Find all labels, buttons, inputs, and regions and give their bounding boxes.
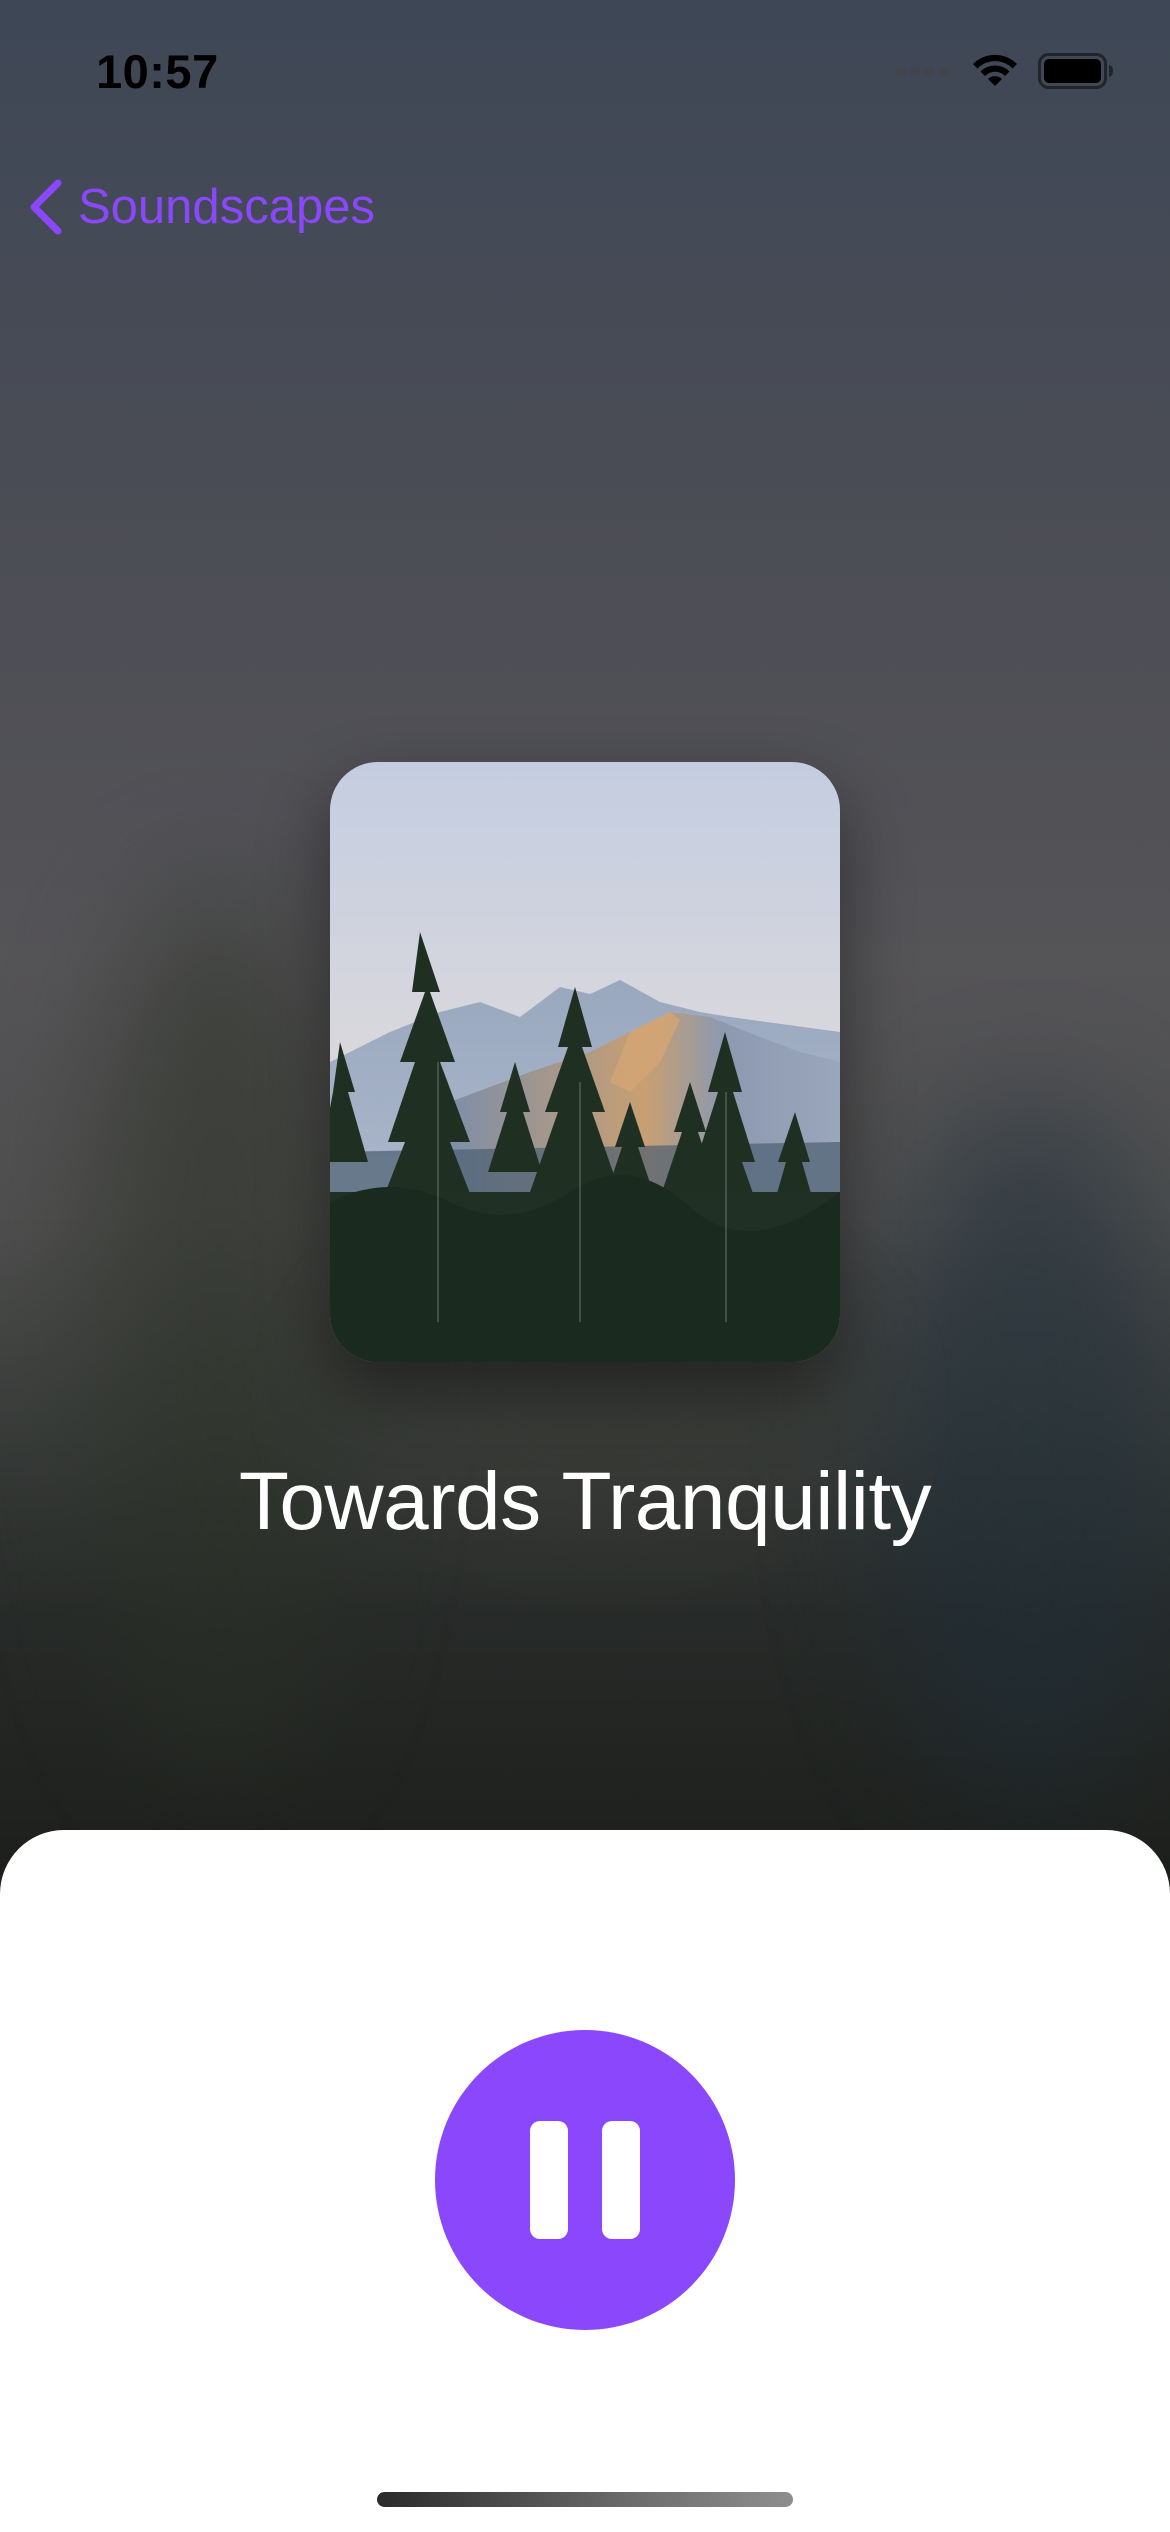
track-artwork [330,762,840,1362]
pause-icon-bar-left [530,2121,568,2239]
back-button-label: Soundscapes [78,180,375,234]
soundscape-player-screen: 10:57 Soundscapes Towards Tranquility [0,0,1170,2532]
background-blur-left [90,880,350,1780]
chevron-left-icon [30,179,62,235]
back-button[interactable]: Soundscapes [26,172,375,242]
status-time: 10:57 [96,45,219,98]
status-bar: 10:57 [0,0,1170,150]
status-indicators [897,52,1114,90]
track-title: Towards Tranquility [238,1456,932,1547]
mountain-forest-image [330,762,840,1362]
home-indicator[interactable] [377,2492,793,2507]
pause-icon-bar-right [602,2121,640,2239]
pause-button[interactable] [435,2030,735,2330]
cellular-signal-icon [897,66,948,76]
background-blur-right [880,1100,1170,1800]
battery-icon [1038,53,1113,89]
wifi-icon [973,54,1017,86]
